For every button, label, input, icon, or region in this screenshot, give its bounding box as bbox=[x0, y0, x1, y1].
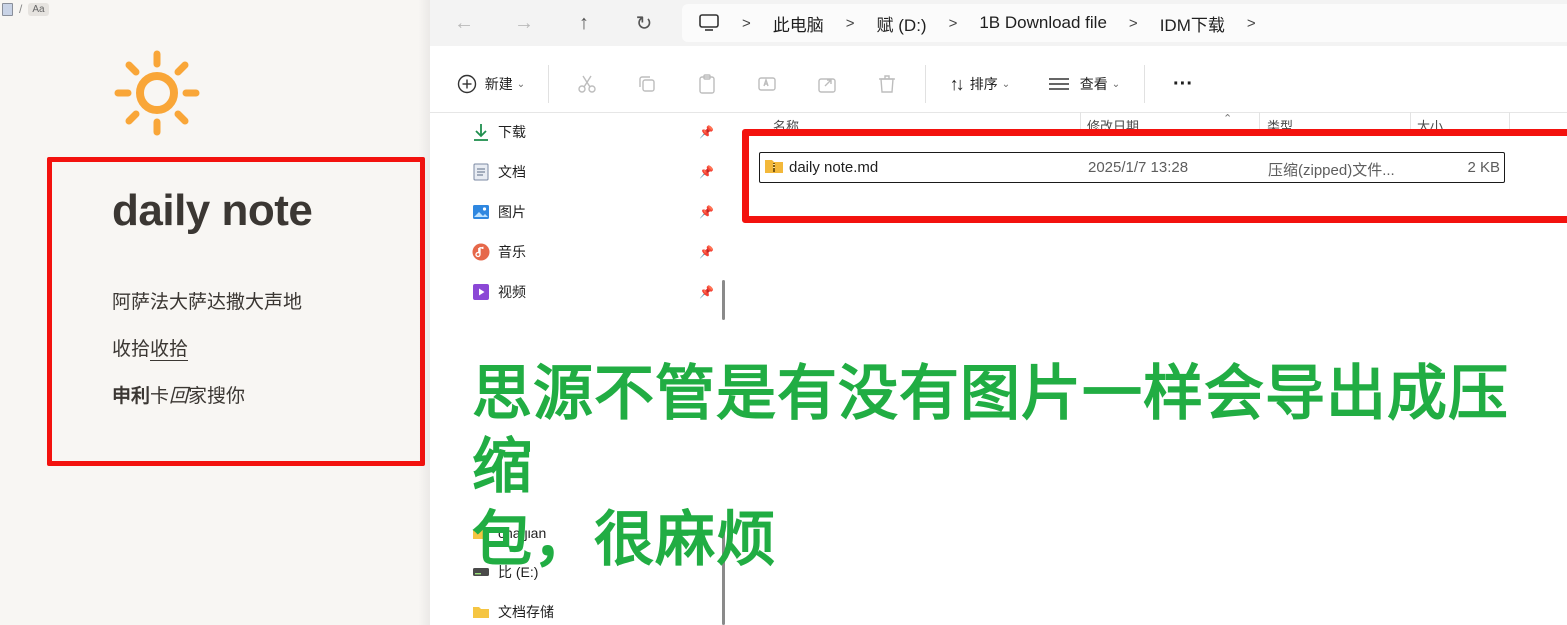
column-size[interactable]: 大小 bbox=[1417, 116, 1443, 130]
chevron-down-icon: ⌄ bbox=[1111, 78, 1121, 90]
note-text: 收拾 bbox=[112, 339, 151, 360]
folder-icon bbox=[472, 603, 490, 621]
annotation-line-1: 思源不管是有没有图片一样会导出成压缩 bbox=[472, 359, 1509, 502]
plus-circle-icon bbox=[457, 74, 476, 94]
sidebar-item-label: 视频 bbox=[498, 284, 526, 300]
sidebar-item-label: 文档 bbox=[498, 164, 526, 180]
chevron-right-icon[interactable]: > bbox=[949, 15, 958, 32]
sidebar-item-doc-storage[interactable]: 文档存储 bbox=[472, 600, 716, 624]
sidebar-item-label: 音乐 bbox=[498, 244, 526, 260]
download-icon bbox=[472, 123, 490, 141]
sidebar-item-label: 图片 bbox=[498, 204, 526, 220]
more-options-button[interactable]: ··· bbox=[1161, 64, 1205, 104]
chevron-right-icon[interactable]: > bbox=[742, 15, 751, 32]
note-bold-text: 申利 bbox=[112, 386, 151, 407]
chevron-right-icon[interactable]: > bbox=[846, 15, 855, 32]
breadcrumb-this-pc[interactable]: 此电脑 bbox=[773, 11, 824, 36]
note-italic-text: 回 bbox=[169, 386, 189, 407]
note-title[interactable]: daily note bbox=[112, 186, 313, 236]
document-icon bbox=[472, 163, 490, 181]
refresh-icon[interactable]: ↻ bbox=[629, 9, 659, 37]
sidebar-item-music[interactable]: 音乐 📌 bbox=[472, 240, 716, 264]
annotation-text: 思源不管是有没有图片一样会导出成压缩 包，很麻烦 bbox=[472, 358, 1552, 577]
file-highlight-box bbox=[742, 129, 1567, 223]
note-text: 卡 bbox=[150, 386, 170, 407]
document-icon[interactable] bbox=[2, 2, 13, 16]
note-topbar: / Aa bbox=[2, 2, 49, 16]
back-arrow-icon[interactable]: ← bbox=[449, 9, 479, 37]
sort-caret-icon: ⌃ bbox=[1223, 113, 1233, 125]
view-label: 查看 bbox=[1079, 76, 1108, 92]
view-icon bbox=[1048, 78, 1069, 90]
column-type[interactable]: 类型 bbox=[1267, 116, 1293, 130]
breadcrumb-drive-d[interactable]: 赋 (D:) bbox=[877, 11, 927, 36]
sidebar-item-downloads[interactable]: 下载 📌 bbox=[472, 120, 716, 144]
annotation-line-2: 包，很麻烦 bbox=[472, 505, 777, 575]
new-button[interactable]: 新建 ⌄ bbox=[452, 64, 530, 104]
sort-button[interactable]: ↑↓ 排序 ⌄ bbox=[934, 64, 1026, 104]
chevron-down-icon: ⌄ bbox=[1001, 78, 1011, 90]
computer-icon bbox=[699, 14, 719, 31]
pictures-icon bbox=[472, 203, 490, 221]
toolbar-divider bbox=[1144, 65, 1145, 103]
column-modified[interactable]: 修改日期 bbox=[1087, 116, 1139, 130]
sidebar-item-videos[interactable]: 视频 📌 bbox=[472, 280, 716, 304]
toolbar-divider bbox=[548, 65, 549, 103]
breadcrumb-idm-folder[interactable]: IDM下载 bbox=[1160, 11, 1225, 36]
chevron-right-icon[interactable]: > bbox=[1129, 15, 1138, 32]
font-settings-button[interactable]: Aa bbox=[28, 2, 49, 16]
cut-icon[interactable] bbox=[565, 64, 609, 104]
up-arrow-icon[interactable]: ↑ bbox=[569, 9, 599, 37]
sidebar-item-label: 文档存储 bbox=[498, 604, 554, 620]
pin-icon[interactable]: 📌 bbox=[699, 245, 714, 259]
pin-icon[interactable]: 📌 bbox=[699, 165, 714, 179]
delete-icon[interactable] bbox=[865, 64, 909, 104]
address-bar[interactable]: > 此电脑 > 赋 (D:) > 1B Download file > IDM下… bbox=[682, 4, 1567, 42]
sidebar-item-pictures[interactable]: 图片 📌 bbox=[472, 200, 716, 224]
note-pane: / Aa daily note 阿萨法大萨达撒大声地 收拾收拾 申利卡回家搜你 bbox=[0, 0, 432, 625]
chevron-down-icon: ⌄ bbox=[516, 78, 526, 90]
pin-icon[interactable]: 📌 bbox=[699, 285, 714, 299]
view-button[interactable]: 查看 ⌄ bbox=[1038, 64, 1130, 104]
rename-icon[interactable] bbox=[745, 64, 789, 104]
note-paragraph-3[interactable]: 申利卡回家搜你 bbox=[112, 381, 245, 408]
sidebar-item-label: 下载 bbox=[498, 124, 526, 140]
note-link[interactable]: 收拾 bbox=[150, 339, 189, 361]
breadcrumb-separator: / bbox=[19, 2, 23, 16]
chevron-right-icon[interactable]: > bbox=[1247, 15, 1256, 32]
share-icon[interactable] bbox=[805, 64, 849, 104]
new-label: 新建 bbox=[484, 76, 513, 92]
breadcrumb-download-folder[interactable]: 1B Download file bbox=[979, 13, 1107, 33]
paste-icon[interactable] bbox=[685, 64, 729, 104]
music-icon bbox=[472, 243, 490, 261]
nav-scrollbar[interactable] bbox=[722, 280, 725, 320]
video-icon bbox=[472, 283, 490, 301]
note-paragraph-1[interactable]: 阿萨法大萨达撒大声地 bbox=[112, 287, 302, 314]
toolbar-divider bbox=[925, 65, 926, 103]
forward-arrow-icon[interactable]: → bbox=[509, 9, 539, 37]
sidebar-item-documents[interactable]: 文档 📌 bbox=[472, 160, 716, 184]
sort-icon: ↑↓ bbox=[949, 73, 965, 94]
address-bar-area: ← → ↑ ↻ > 此电脑 > 赋 (D:) > 1B Download fil… bbox=[430, 0, 1567, 46]
note-paragraph-2[interactable]: 收拾收拾 bbox=[112, 334, 189, 361]
pin-icon[interactable]: 📌 bbox=[699, 125, 714, 139]
sort-label: 排序 bbox=[969, 76, 998, 92]
command-bar: 新建 ⌄ ↑↓ 排序 ⌄ 查看 ⌄ ··· bbox=[430, 56, 1567, 113]
column-name[interactable]: 名称 bbox=[773, 116, 799, 130]
note-text: 家搜你 bbox=[188, 386, 246, 407]
copy-icon[interactable] bbox=[625, 64, 669, 104]
pin-icon[interactable]: 📌 bbox=[699, 205, 714, 219]
sun-icon[interactable] bbox=[112, 48, 202, 138]
